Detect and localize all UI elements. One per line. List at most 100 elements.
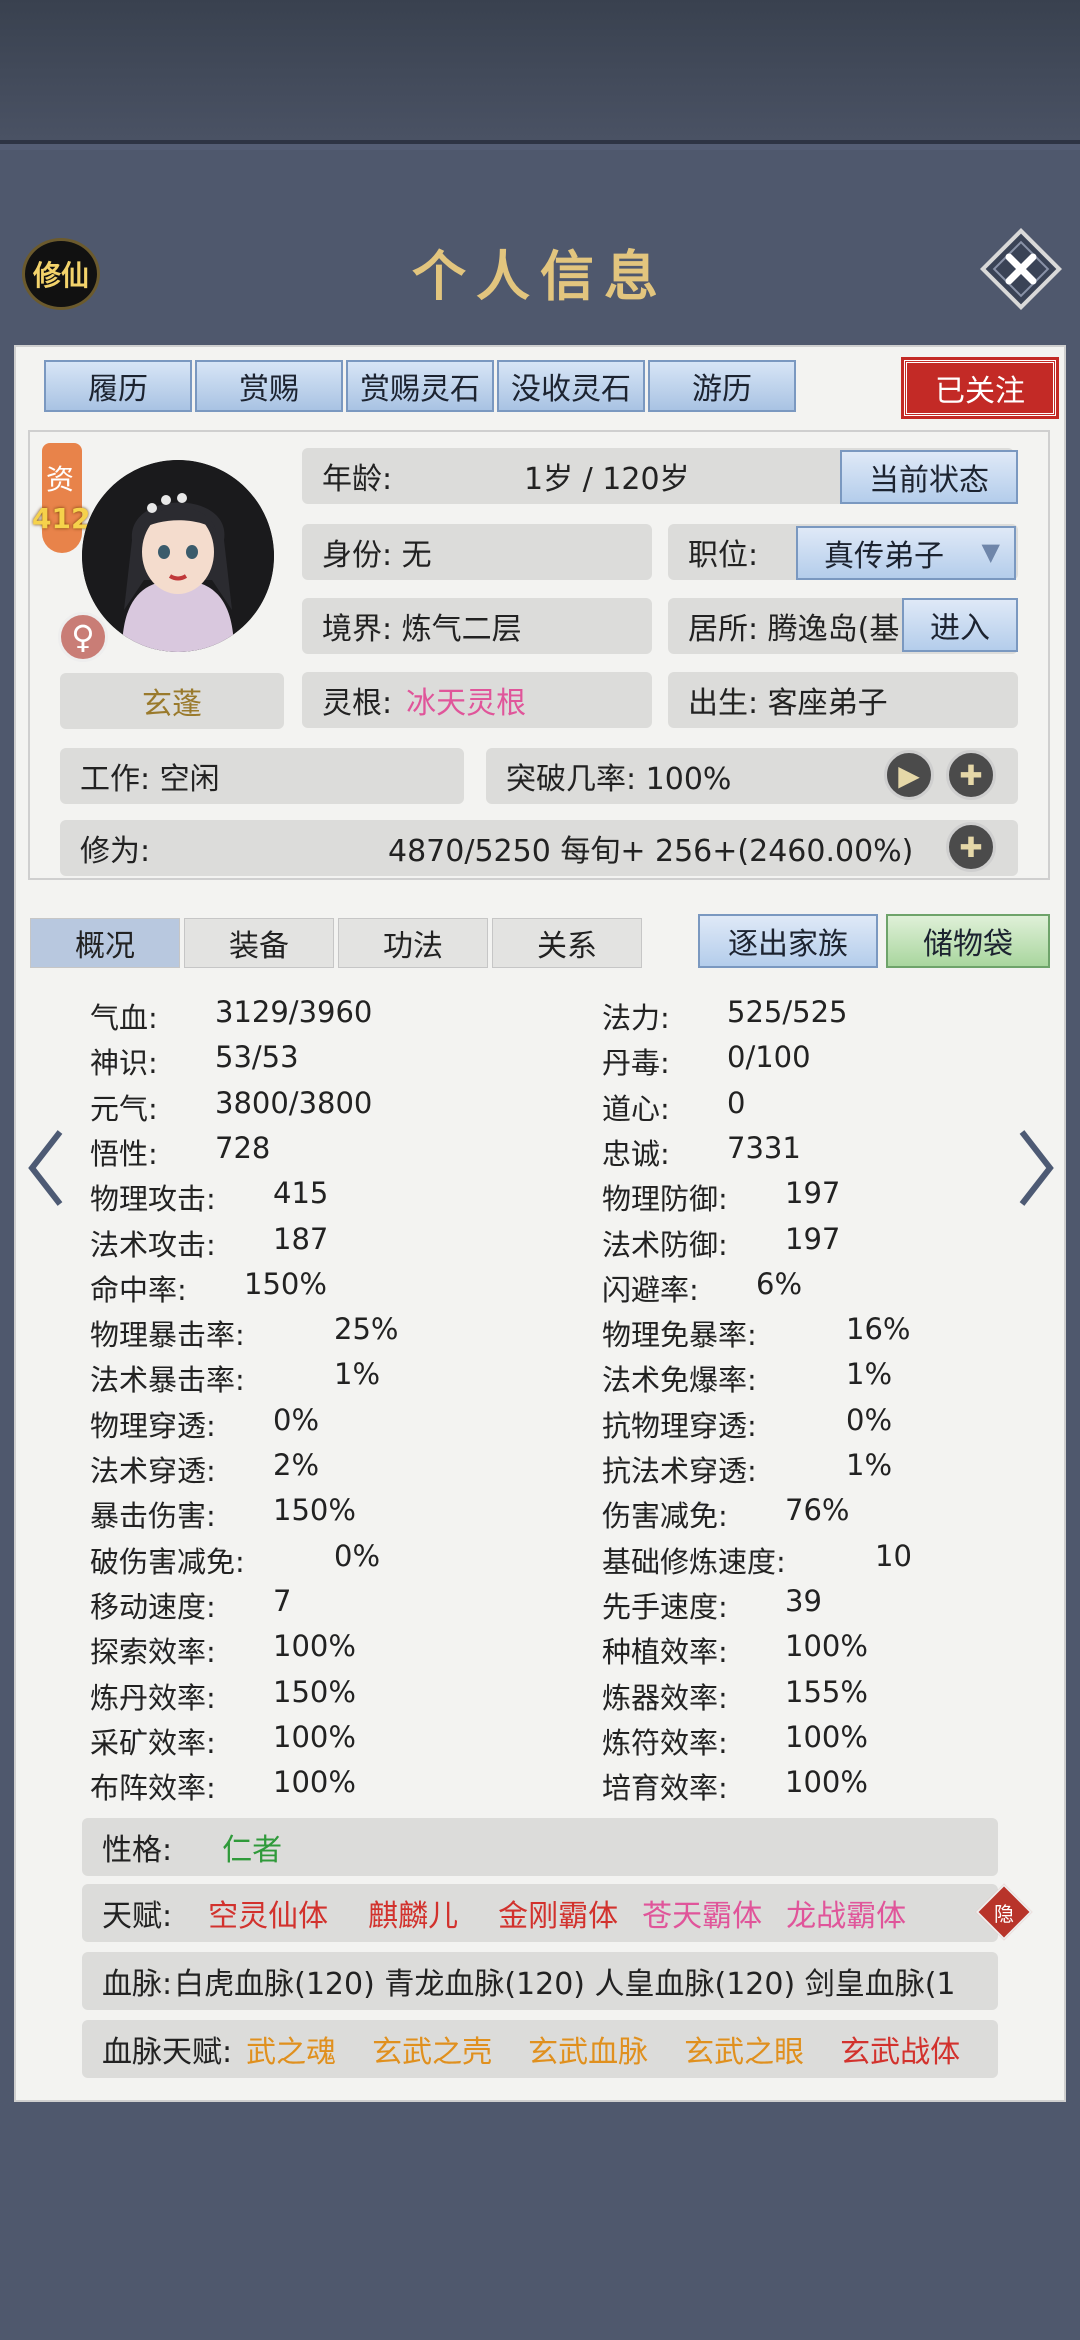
current-status-button[interactable]: 当前状态 xyxy=(840,450,1018,504)
stat-row: 气血: 3129/3960 xyxy=(90,995,372,1035)
tab-resume[interactable]: 履历 xyxy=(44,360,192,412)
bloodline-talent-item[interactable]: 玄武血脉 xyxy=(528,2027,648,2071)
stat-label: 炼丹效率: xyxy=(90,1681,216,1715)
stat-row: 暴击伤害: 150% xyxy=(90,1493,356,1533)
tab-overview[interactable]: 概况 xyxy=(30,918,180,968)
bloodline-talent-item[interactable]: 武之魂 xyxy=(246,2027,336,2071)
stat-label: 命中率: xyxy=(90,1273,187,1307)
stat-label: 法力: xyxy=(602,1001,670,1035)
personality-row: 性格: 仁者 xyxy=(82,1818,998,1876)
stat-row: 培育效率: 100% xyxy=(602,1765,868,1805)
stat-label: 采矿效率: xyxy=(90,1726,216,1760)
bloodline-label: 血脉: xyxy=(102,1967,173,2002)
stat-value: 100% xyxy=(273,1765,356,1799)
stat-label: 抗法术穿透: xyxy=(602,1454,757,1488)
stat-value: 16% xyxy=(846,1312,911,1346)
stat-value: 2% xyxy=(273,1448,320,1482)
position-select[interactable]: 真传弟子 ▼ xyxy=(796,526,1016,580)
stat-row: 闪避率: 6% xyxy=(602,1267,802,1307)
talent-item[interactable]: 空灵仙体 xyxy=(208,1891,328,1935)
detail-tab-bar: 概况 装备 功法 关系 xyxy=(30,918,646,968)
stat-row: 破伤害减免: 0% xyxy=(90,1539,380,1579)
tab-reward[interactable]: 赏赐 xyxy=(195,360,343,412)
stat-label: 忠诚: xyxy=(602,1137,670,1171)
stat-label: 法术穿透: xyxy=(90,1454,216,1488)
character-name[interactable]: 玄蓬 xyxy=(60,673,284,729)
breakthrough-add-button[interactable]: ✚ xyxy=(946,750,996,800)
aptitude-value: 412 xyxy=(32,502,91,535)
talent-item[interactable]: 金刚霸体 xyxy=(498,1891,618,1935)
tab-techniques[interactable]: 功法 xyxy=(338,918,488,968)
stat-value: 6% xyxy=(756,1267,803,1301)
stat-row: 物理攻击: 415 xyxy=(90,1176,328,1216)
bloodline-talent-item[interactable]: 玄武之壳 xyxy=(372,2027,492,2071)
position-value: 真传弟子 xyxy=(824,539,944,574)
stat-value: 3129/3960 xyxy=(215,995,373,1029)
tab-reward-stone[interactable]: 赏赐灵石 xyxy=(346,360,494,412)
stat-label: 法术攻击: xyxy=(90,1228,216,1262)
prev-arrow-icon[interactable] xyxy=(24,1128,68,1208)
stat-label: 炼符效率: xyxy=(602,1726,728,1760)
hide-badge-label: 隐 xyxy=(994,1901,1014,1926)
breakthrough-play-button[interactable]: ▶ xyxy=(884,750,934,800)
stat-value: 1% xyxy=(334,1357,381,1391)
stat-label: 物理防御: xyxy=(602,1182,728,1216)
stat-label: 移动速度: xyxy=(90,1590,216,1624)
bloodline-talent-item[interactable]: 玄武之眼 xyxy=(684,2027,804,2071)
stat-label: 探索效率: xyxy=(90,1635,216,1669)
stat-label: 悟性: xyxy=(90,1137,158,1171)
stat-value: 3800/3800 xyxy=(215,1086,373,1120)
cultivation-add-button[interactable]: ✚ xyxy=(946,822,996,872)
stat-row: 移动速度: 7 xyxy=(90,1584,291,1624)
stat-label: 培育效率: xyxy=(602,1771,728,1805)
storage-bag-button[interactable]: 储物袋 xyxy=(886,914,1050,968)
tab-relations[interactable]: 关系 xyxy=(492,918,642,968)
stat-value: 197 xyxy=(785,1222,841,1256)
close-button[interactable] xyxy=(979,227,1063,311)
stat-row: 物理穿透: 0% xyxy=(90,1403,319,1443)
stat-value: 415 xyxy=(273,1176,329,1210)
talent-item[interactable]: 龙战霸体 xyxy=(786,1891,906,1935)
personality-label: 性格: xyxy=(102,1833,173,1868)
stat-label: 丹毒: xyxy=(602,1046,670,1080)
stat-value: 53/53 xyxy=(215,1040,299,1074)
stat-row: 种植效率: 100% xyxy=(602,1629,868,1669)
stat-value: 100% xyxy=(273,1629,356,1663)
plus-icon: ✚ xyxy=(959,830,983,864)
stat-label: 伤害减免: xyxy=(602,1499,728,1533)
stat-value: 0% xyxy=(846,1403,893,1437)
stat-value: 100% xyxy=(785,1720,868,1754)
identity-field: 身份: 无 xyxy=(302,524,652,580)
stat-label: 破伤害减免: xyxy=(90,1545,245,1579)
stat-row: 基础修炼速度: 10 xyxy=(602,1539,912,1579)
tab-travel[interactable]: 游历 xyxy=(648,360,796,412)
next-arrow-icon[interactable] xyxy=(1014,1128,1058,1208)
stat-label: 炼器效率: xyxy=(602,1681,728,1715)
stat-row: 法术攻击: 187 xyxy=(90,1222,328,1262)
spirit-root-value: 冰天灵根 xyxy=(406,686,527,721)
talent-item[interactable]: 麒麟儿 xyxy=(368,1891,458,1935)
stat-label: 抗物理穿透: xyxy=(602,1409,757,1443)
stat-label: 法术暴击率: xyxy=(90,1363,245,1397)
stat-value: 728 xyxy=(215,1131,271,1165)
expel-button[interactable]: 逐出家族 xyxy=(698,914,878,968)
stat-value: 7331 xyxy=(727,1131,801,1165)
tab-equipment[interactable]: 装备 xyxy=(184,918,334,968)
stat-value: 525/525 xyxy=(727,995,848,1029)
tab-confiscate-stone[interactable]: 没收灵石 xyxy=(497,360,645,412)
cultivation-value: 4870/5250 每旬+ 256+(2460.00%) xyxy=(388,834,914,869)
stat-value: 150% xyxy=(273,1675,356,1709)
follow-button[interactable]: 已关注 xyxy=(904,360,1056,416)
talent-item[interactable]: 苍天霸体 xyxy=(642,1891,762,1935)
cultivation-field: 修为: 4870/5250 每旬+ 256+(2460.00%) xyxy=(60,820,1018,876)
stat-value: 155% xyxy=(785,1675,868,1709)
bloodline-talent-label: 血脉天赋: xyxy=(102,2035,233,2070)
stat-row: 命中率: 150% xyxy=(90,1267,327,1307)
bloodline-talent-row: 血脉天赋: 武之魂 玄武之壳 玄武血脉 玄武之眼 玄武战体 xyxy=(82,2020,998,2078)
bloodline-value: 白虎血脉(120) 青龙血脉(120) 人皇血脉(120) 剑皇血脉(1 xyxy=(174,1967,956,2002)
stat-row: 忠诚: 7331 xyxy=(602,1131,801,1171)
stat-label: 物理穿透: xyxy=(90,1409,216,1443)
bloodline-talent-item[interactable]: 玄武战体 xyxy=(840,2027,960,2071)
avatar[interactable] xyxy=(82,460,274,652)
enter-button[interactable]: 进入 xyxy=(902,598,1018,652)
